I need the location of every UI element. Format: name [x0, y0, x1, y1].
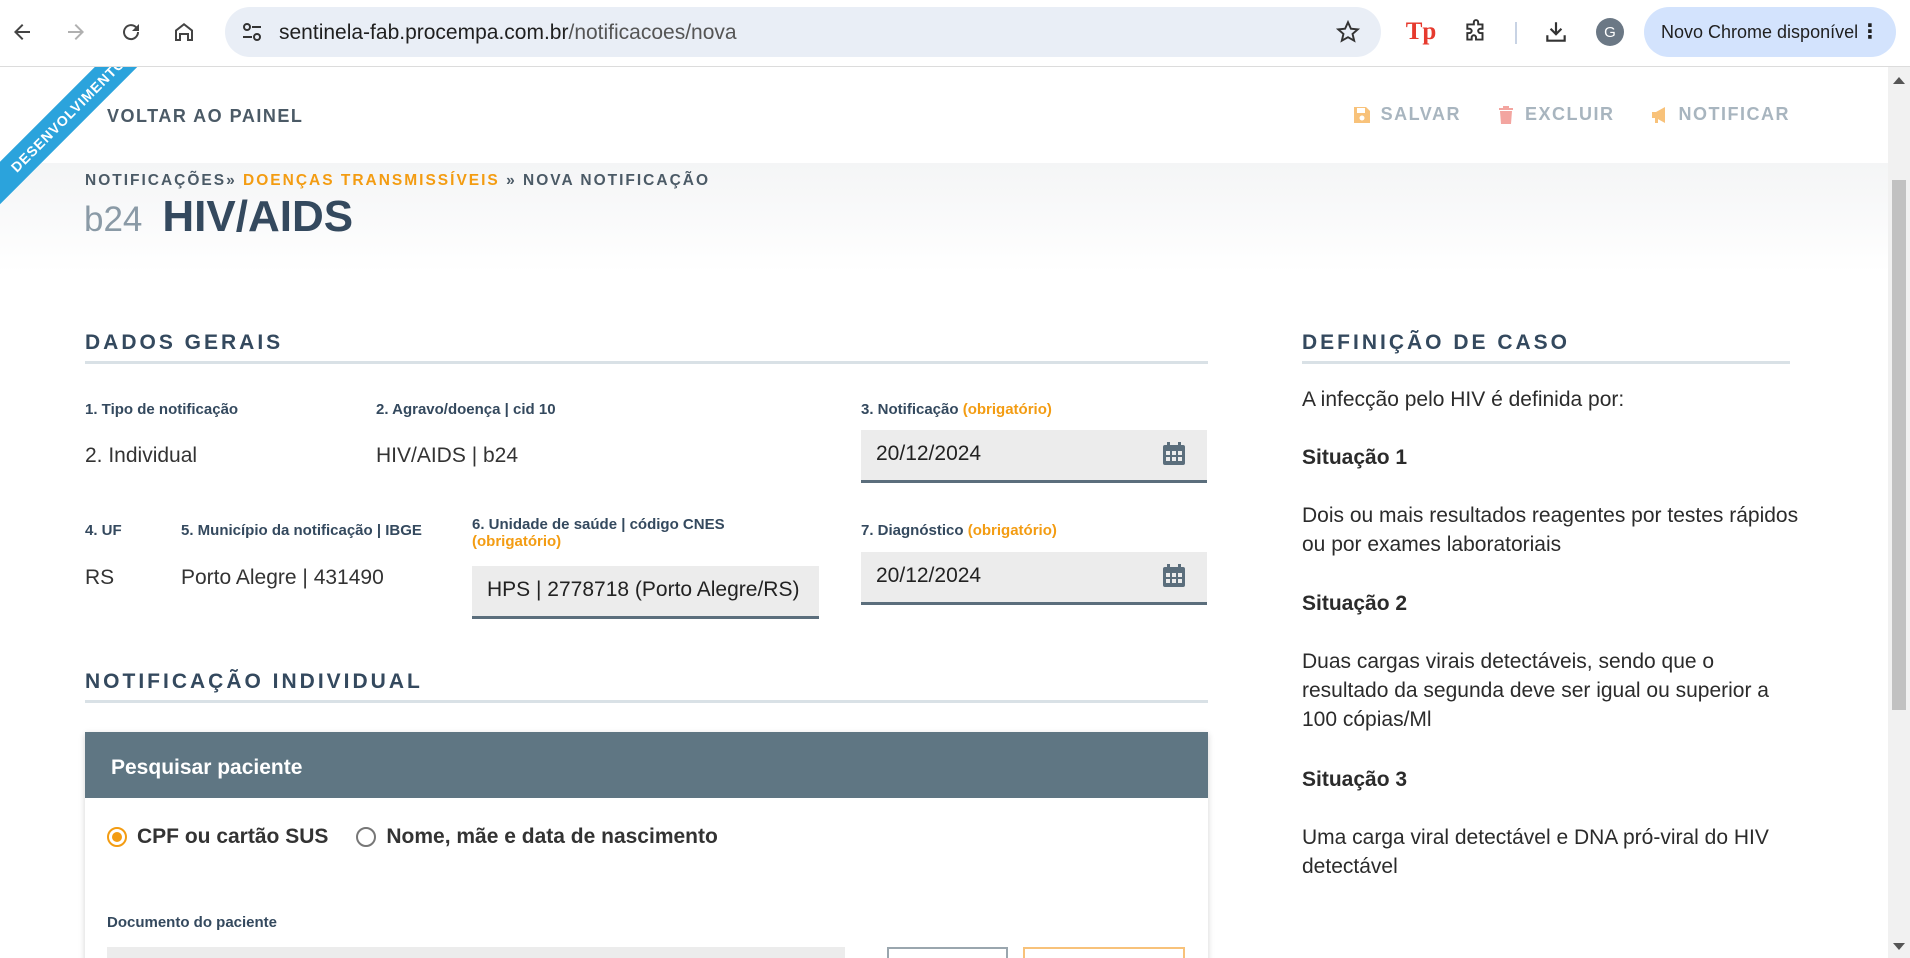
star-icon[interactable]	[1335, 19, 1361, 50]
notificacao-date-input[interactable]: 20/12/2024	[861, 430, 1207, 483]
municipio-label: 5. Município da notificação | IBGE	[181, 522, 422, 539]
unidade-saude-input[interactable]: HPS | 2778718 (Porto Alegre/RS)	[472, 566, 819, 619]
calendar-icon[interactable]	[1161, 441, 1187, 467]
scrollbar-thumb[interactable]	[1892, 180, 1906, 710]
trash-icon	[1498, 105, 1513, 124]
scroll-down-icon[interactable]	[1893, 943, 1905, 950]
home-icon[interactable]	[166, 14, 202, 50]
required-tag: (obrigatório)	[967, 522, 1057, 539]
section-dados-gerais: DADOS GERAIS	[85, 331, 284, 354]
extension-tp-icon[interactable]: Tp	[1403, 14, 1439, 50]
case-s1-text: Dois ou mais resultados reagentes por te…	[1302, 504, 1799, 556]
panel-secondary-button[interactable]	[887, 947, 1008, 958]
avatar: G	[1596, 18, 1624, 46]
case-s2-text: Duas cargas virais detectáveis, sendo qu…	[1302, 650, 1769, 731]
save-button[interactable]: SALVAR	[1353, 104, 1461, 125]
diagnostico-date-input[interactable]: 20/12/2024	[861, 552, 1207, 605]
search-mode-options: CPF ou cartão SUS Nome, mãe e data de na…	[107, 825, 718, 849]
required-tag: (obrigatório)	[472, 533, 562, 550]
breadcrumb-notifications[interactable]: NOTIFICAÇÕES»	[85, 172, 237, 189]
diagnostico-date-value: 20/12/2024	[876, 564, 982, 587]
reload-icon[interactable]	[113, 14, 149, 50]
case-s1-title: Situação 1	[1302, 446, 1408, 469]
breadcrumb-category[interactable]: DOENÇAS TRANSMISSÍVEIS	[243, 172, 500, 189]
unidade-saude-value: HPS | 2778718 (Porto Alegre/RS)	[487, 578, 800, 601]
scroll-up-icon[interactable]	[1893, 77, 1905, 84]
notify-label: NOTIFICAR	[1678, 104, 1790, 124]
more-vert-icon[interactable]: ⋮	[1860, 19, 1880, 45]
uf-value: RS	[85, 566, 115, 589]
disease-name: HIV/AIDS	[162, 192, 354, 241]
cid-code: b24	[84, 200, 143, 239]
panel-primary-button[interactable]	[1023, 947, 1185, 958]
url-text: sentinela-fab.procempa.com.br/notificaco…	[279, 21, 737, 45]
back-arrow-icon[interactable]	[4, 14, 40, 50]
section-notificacao-individual: NOTIFICAÇÃO INDIVIDUAL	[85, 670, 423, 693]
address-bar[interactable]: sentinela-fab.procempa.com.br/notificaco…	[225, 7, 1381, 57]
page-content: VOLTAR AO PAINEL SALVAR EXCLUIR NOTIFICA…	[0, 67, 1888, 958]
document-label: Documento do paciente	[107, 914, 278, 931]
patient-search-panel: Pesquisar paciente CPF ou cartão SUS Nom…	[85, 732, 1208, 958]
radio-cpf-option[interactable]: CPF ou cartão SUS	[107, 825, 328, 849]
breadcrumb-current: » NOVA NOTIFICAÇÃO	[506, 172, 711, 189]
municipio-value: Porto Alegre | 431490	[181, 566, 384, 589]
panel-title: Pesquisar paciente	[85, 732, 1208, 798]
section-divider	[85, 361, 1208, 364]
radio-nome-option[interactable]: Nome, mãe e data de nascimento	[356, 825, 718, 849]
calendar-icon[interactable]	[1161, 563, 1187, 589]
diagnostico-label: 7. Diagnóstico (obrigatório)	[861, 522, 1057, 539]
notificacao-label: 3. Notificação (obrigatório)	[861, 401, 1052, 418]
document-input[interactable]	[107, 947, 845, 958]
radio-cpf[interactable]	[107, 827, 127, 847]
browser-toolbar: sentinela-fab.procempa.com.br/notificaco…	[0, 0, 1910, 67]
required-tag: (obrigatório)	[962, 401, 1052, 418]
top-action-bar: VOLTAR AO PAINEL SALVAR EXCLUIR NOTIFICA…	[0, 67, 1888, 163]
diagnostico-label-text: 7. Diagnóstico	[861, 522, 964, 539]
site-settings-icon[interactable]	[239, 19, 265, 50]
unidade-label-text: 6. Unidade de saúde | código CNES	[472, 516, 725, 533]
profile-avatar[interactable]: G	[1592, 14, 1628, 50]
chrome-update-button[interactable]: Novo Chrome disponível ⋮	[1644, 7, 1896, 57]
radio-nome[interactable]	[356, 827, 377, 847]
update-label: Novo Chrome disponível	[1661, 21, 1859, 42]
section-divider	[85, 700, 1208, 703]
notify-button[interactable]: NOTIFICAR	[1651, 104, 1791, 125]
extension-tp-label: Tp	[1405, 18, 1437, 45]
extensions-icon[interactable]	[1458, 14, 1494, 50]
url-host: sentinela-fab.procempa.com.br	[279, 21, 569, 44]
notificacao-date-value: 20/12/2024	[876, 442, 982, 465]
url-path: /notificacoes/nova	[568, 21, 737, 44]
uf-label: 4. UF	[85, 522, 122, 539]
notificacao-label-text: 3. Notificação	[861, 401, 959, 418]
back-to-dashboard-link[interactable]: VOLTAR AO PAINEL	[107, 106, 303, 127]
megaphone-icon	[1651, 106, 1665, 123]
radio-nome-label: Nome, mãe e data de nascimento	[386, 825, 718, 848]
section-divider	[1302, 361, 1790, 364]
save-icon	[1353, 106, 1370, 123]
case-s3-text: Uma carga viral detectável e DNA pró-vir…	[1302, 826, 1769, 878]
unidade-label: 6. Unidade de saúde | código CNES (obriga…	[472, 516, 772, 550]
toolbar-separator	[1515, 22, 1517, 44]
page-title: b24 HIV/AIDS	[84, 192, 353, 242]
tipo-label: 1. Tipo de notificação	[85, 401, 239, 418]
delete-button[interactable]: EXCLUIR	[1497, 104, 1615, 125]
download-icon[interactable]	[1538, 14, 1574, 50]
delete-label: EXCLUIR	[1524, 104, 1615, 124]
save-label: SALVAR	[1380, 104, 1461, 124]
page-scrollbar[interactable]	[1888, 67, 1910, 958]
case-s3-title: Situação 3	[1302, 768, 1408, 791]
action-buttons: SALVAR EXCLUIR NOTIFICAR	[1353, 104, 1790, 125]
forward-arrow-icon[interactable]	[58, 14, 94, 50]
case-s2-title: Situação 2	[1302, 592, 1408, 615]
radio-cpf-label: CPF ou cartão SUS	[137, 825, 329, 848]
tipo-value: 2. Individual	[85, 444, 198, 467]
breadcrumb: NOTIFICAÇÕES» DOENÇAS TRANSMISSÍVEIS » N…	[85, 172, 710, 190]
agravo-label: 2. Agravo/doença | cid 10	[376, 401, 556, 418]
case-intro: A infecção pelo HIV é definida por:	[1302, 388, 1625, 411]
agravo-value: HIV/AIDS | b24	[376, 444, 519, 467]
section-definicao-caso: DEFINIÇÃO DE CASO	[1302, 331, 1571, 354]
